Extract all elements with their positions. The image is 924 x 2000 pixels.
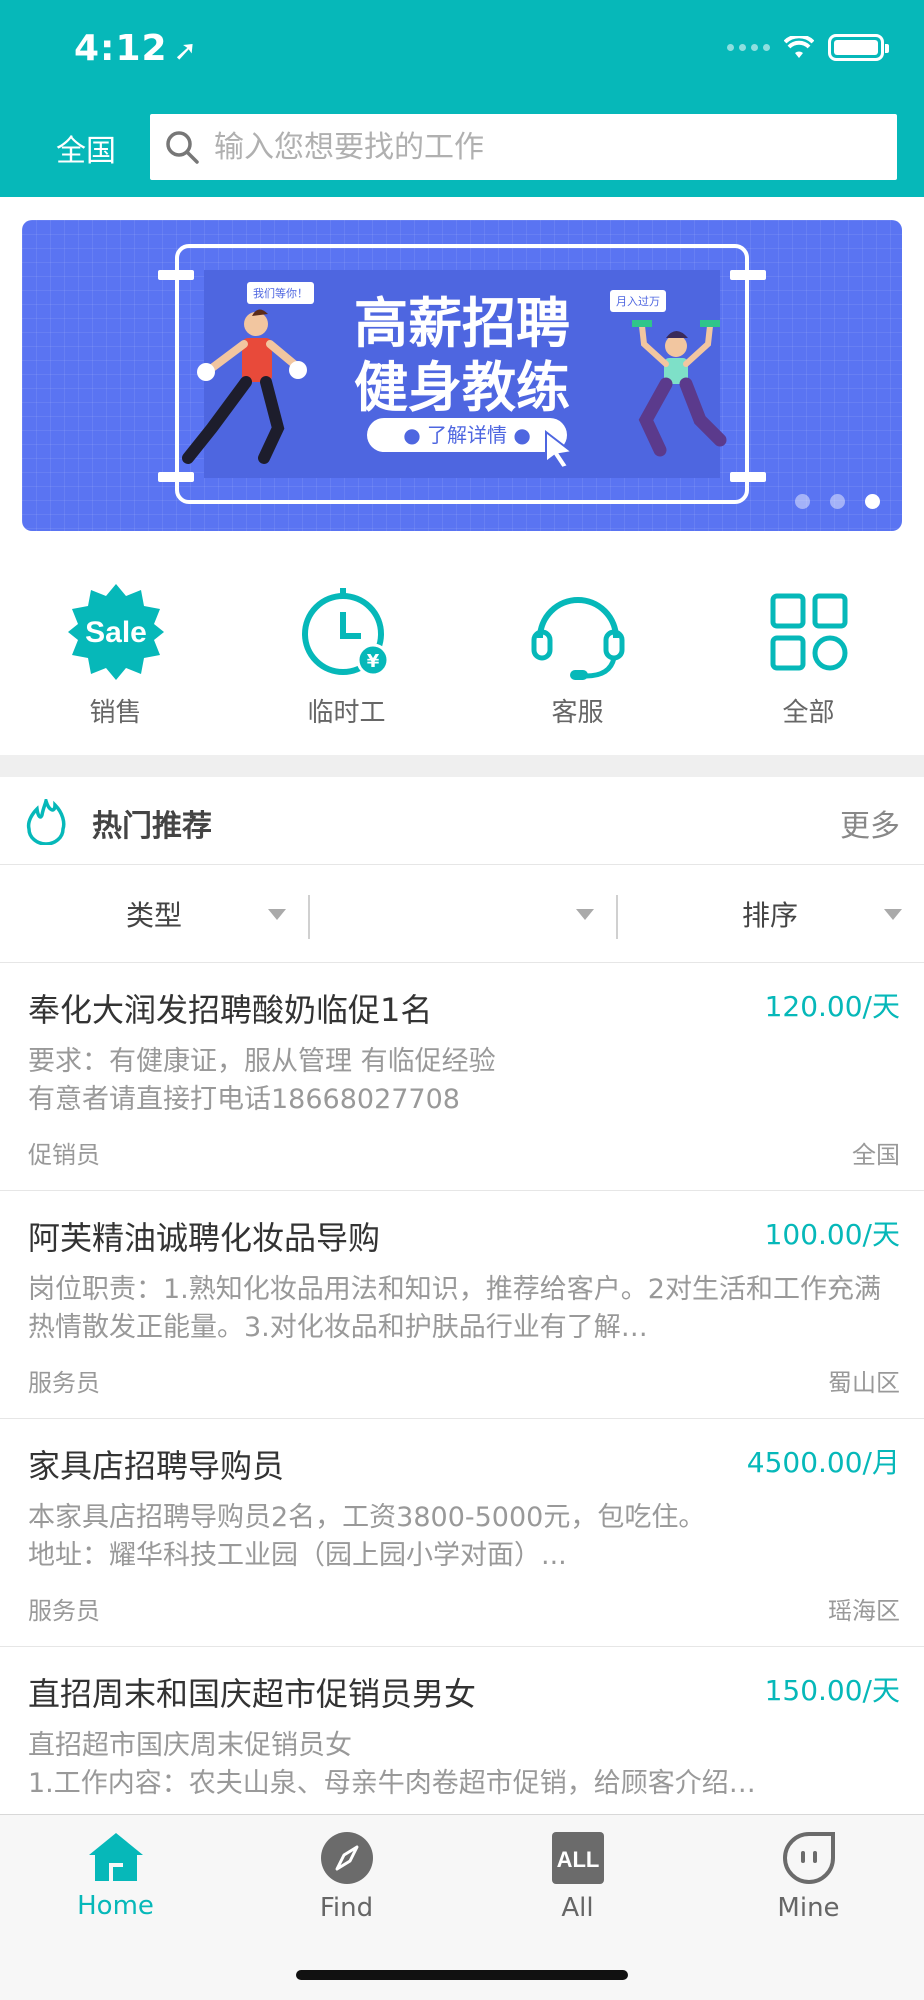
job-category: 促销员	[28, 1141, 100, 1169]
tab-label: Home	[77, 1891, 154, 1921]
filter-type[interactable]: 类型	[0, 865, 308, 962]
banner-dot[interactable]	[795, 494, 810, 509]
profile-face-icon	[782, 1832, 835, 1884]
grid-icon	[770, 593, 847, 671]
search-input[interactable]	[214, 129, 854, 165]
category-sale[interactable]: Sale 销售	[0, 580, 231, 750]
category-service[interactable]: 客服	[462, 580, 693, 750]
job-item[interactable]: 阿芙精油诚聘化妆品导购 100.00/天 岗位职责：1.熟知化妆品用法和知识，推…	[0, 1191, 924, 1419]
dropdown-arrow-icon	[884, 909, 902, 920]
job-description: 直招超市国庆周末促销员女 1.工作内容：农夫山泉、母亲牛肉卷超市促销，给顾客介绍…	[28, 1730, 756, 1799]
banner-dot-active[interactable]	[865, 494, 880, 509]
job-description: 本家具店招聘导购员2名，工资3800-5000元，包吃住。 地址：耀华科技工业园…	[28, 1502, 706, 1571]
filter-area[interactable]	[308, 865, 616, 962]
signal-icon	[727, 44, 770, 51]
category-grid: Sale 销售 ¥ 临时工 客服 全部	[0, 580, 924, 750]
search-icon	[166, 131, 199, 164]
battery-icon	[828, 34, 889, 61]
filter-label: 排序	[741, 898, 798, 932]
job-salary: 100.00/天	[764, 1218, 900, 1251]
job-area: 蜀山区	[828, 1369, 900, 1397]
banner-dot[interactable]	[830, 494, 845, 509]
dropdown-arrow-icon	[576, 909, 594, 920]
job-description: 岗位职责：1.熟知化妆品用法和知识，推荐给客户。2对生活和工作充满热情散发正能量…	[28, 1274, 881, 1343]
job-item[interactable]: 奉化大润发招聘酸奶临促1名 120.00/天 要求：有健康证，服从管理 有临促经…	[0, 963, 924, 1191]
job-title: 直招周末和国庆超市促销员男女	[28, 1675, 477, 1713]
location-arrow-icon: ➚	[173, 34, 199, 67]
svg-text:Sale: Sale	[85, 616, 147, 649]
search-bar[interactable]	[150, 114, 897, 180]
status-icons	[727, 34, 889, 61]
category-label: 临时工	[307, 698, 386, 728]
filter-bar: 类型 排序	[0, 865, 924, 963]
tab-label: All	[561, 1893, 594, 1923]
job-area: 全国	[852, 1141, 900, 1169]
filter-label: 类型	[125, 898, 182, 932]
tab-mine[interactable]: Mine	[693, 1815, 924, 2000]
region-selector[interactable]: 全国	[56, 126, 116, 170]
job-title: 家具店招聘导购员	[28, 1447, 285, 1485]
job-title: 奉化大润发招聘酸奶临促1名	[28, 991, 433, 1029]
job-area: 瑶海区	[828, 1597, 900, 1625]
job-salary: 150.00/天	[764, 1674, 900, 1707]
all-icon: ALL	[551, 1832, 604, 1884]
job-title: 阿芙精油诚聘化妆品导购	[28, 1219, 381, 1257]
sale-badge-icon: Sale	[67, 584, 164, 680]
banner-title-line2: 健身教练	[354, 356, 570, 419]
cursor-icon	[545, 430, 575, 468]
section-divider	[0, 755, 924, 777]
fire-icon	[26, 799, 66, 845]
wifi-icon	[784, 35, 814, 58]
category-temp-work[interactable]: ¥ 临时工	[231, 580, 462, 750]
tab-bar: Home Find ALL All Mine	[0, 1814, 924, 2000]
job-salary: 120.00/天	[764, 990, 900, 1023]
job-item[interactable]: 家具店招聘导购员 4500.00/月 本家具店招聘导购员2名，工资3800-50…	[0, 1419, 924, 1647]
tab-home[interactable]: Home	[0, 1815, 231, 2000]
headset-icon	[531, 597, 624, 680]
job-description: 要求：有健康证，服从管理 有临促经验 有意者请直接打电话18668027708	[28, 1046, 496, 1115]
job-list: 奉化大润发招聘酸奶临促1名 120.00/天 要求：有健康证，服从管理 有临促经…	[0, 963, 924, 1875]
hot-title: 热门推荐	[92, 809, 212, 844]
app-header: 4:12 ➚ 全国	[0, 0, 924, 197]
more-link[interactable]: 更多	[840, 801, 900, 845]
status-time-text: 4:12	[74, 28, 168, 69]
status-time: 4:12 ➚	[74, 28, 198, 69]
job-category: 服务员	[28, 1597, 100, 1625]
hot-section-header: 热门推荐 更多	[0, 777, 924, 865]
promo-banner[interactable]: 我们等你！ 月入过万 高薪招聘 健身教练 ● 了解详情 ●	[22, 220, 902, 531]
svg-text:¥: ¥	[366, 651, 379, 672]
dropdown-arrow-icon	[268, 909, 286, 920]
category-label: 销售	[89, 698, 142, 728]
tab-label: Mine	[777, 1893, 840, 1923]
svg-text:ALL: ALL	[556, 1847, 599, 1872]
home-indicator[interactable]	[296, 1970, 628, 1980]
tab-label: Find	[319, 1893, 374, 1923]
category-all[interactable]: 全部	[693, 580, 924, 750]
category-label: 全部	[782, 698, 835, 728]
banner-details-button[interactable]: ● 了解详情 ●	[367, 418, 567, 452]
home-icon	[88, 1833, 143, 1881]
banner-title-line1: 高薪招聘	[354, 292, 570, 355]
clock-yen-icon: ¥	[301, 588, 389, 677]
category-label: 客服	[551, 698, 604, 728]
banner-title: 高薪招聘 健身教练	[22, 292, 902, 420]
banner-pagination	[795, 494, 880, 509]
compass-icon	[320, 1832, 373, 1884]
job-category: 服务员	[28, 1369, 100, 1397]
filter-sort[interactable]: 排序	[616, 865, 924, 962]
job-salary: 4500.00/月	[746, 1446, 900, 1479]
